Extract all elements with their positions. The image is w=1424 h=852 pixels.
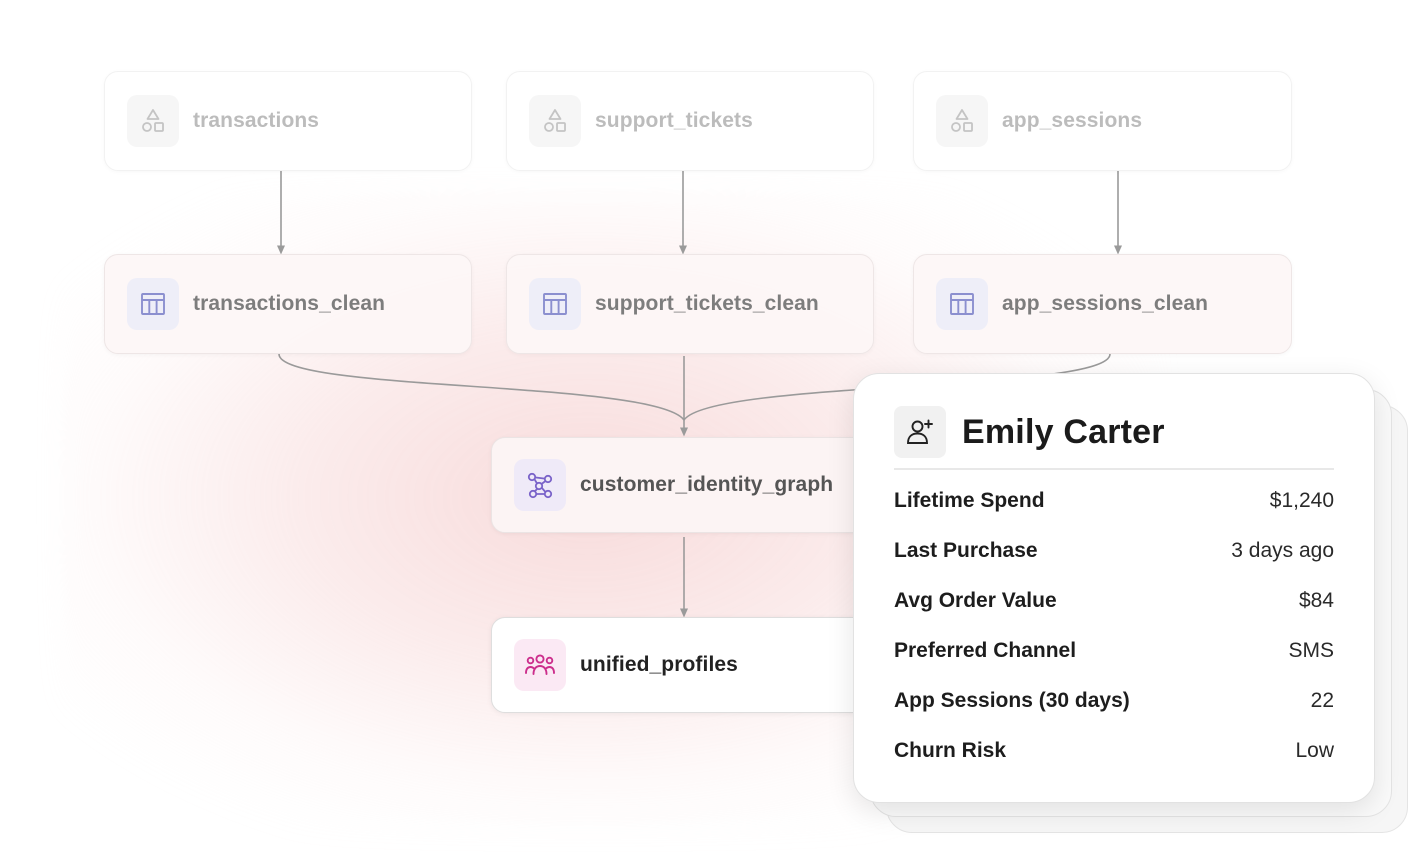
attribute-label: Lifetime Spend bbox=[894, 489, 1045, 512]
attribute-row: Last Purchase 3 days ago bbox=[894, 526, 1334, 576]
attribute-value: SMS bbox=[1288, 639, 1334, 662]
users-group-icon bbox=[514, 639, 566, 691]
node-label: transactions bbox=[193, 109, 320, 132]
attribute-label: Avg Order Value bbox=[894, 589, 1057, 612]
attribute-row: App Sessions (30 days) 22 bbox=[894, 676, 1334, 726]
attribute-row: Lifetime Spend $1,240 bbox=[894, 476, 1334, 526]
shapes-icon bbox=[936, 95, 988, 147]
node-unified-profiles[interactable]: unified_profiles bbox=[491, 617, 891, 713]
graph-network-icon bbox=[514, 459, 566, 511]
attribute-value: Low bbox=[1295, 739, 1334, 762]
node-customer-identity-graph[interactable]: customer_identity_graph bbox=[491, 437, 891, 533]
attribute-label: Preferred Channel bbox=[894, 639, 1077, 662]
card-divider bbox=[894, 468, 1334, 470]
node-label: unified_profiles bbox=[580, 653, 738, 676]
attribute-value: $1,240 bbox=[1269, 489, 1334, 512]
node-label: customer_identity_graph bbox=[580, 473, 834, 496]
attribute-value: $84 bbox=[1298, 589, 1334, 612]
node-label: support_tickets bbox=[595, 109, 753, 132]
attribute-row: Churn Risk Low bbox=[894, 726, 1334, 776]
node-label: app_sessions bbox=[1002, 109, 1143, 132]
node-label: app_sessions_clean bbox=[1002, 292, 1209, 315]
node-app-sessions[interactable]: app_sessions bbox=[913, 71, 1292, 171]
edge-transactions-clean bbox=[278, 353, 685, 421]
attribute-row: Preferred Channel SMS bbox=[894, 626, 1334, 676]
attribute-value: 22 bbox=[1310, 689, 1334, 712]
node-support-tickets[interactable]: support_tickets bbox=[506, 71, 874, 171]
table-icon bbox=[936, 278, 988, 330]
node-label: support_tickets_clean bbox=[595, 292, 819, 315]
profile-attributes: Lifetime Spend $1,240 Last Purchase 3 da… bbox=[894, 476, 1334, 776]
profile-card[interactable]: Emily Carter Lifetime Spend $1,240 Last … bbox=[853, 373, 1375, 803]
shapes-icon bbox=[127, 95, 179, 147]
profile-card-header: Emily Carter bbox=[894, 406, 1334, 458]
attribute-label: Churn Risk bbox=[894, 739, 1007, 762]
attribute-label: App Sessions (30 days) bbox=[894, 689, 1130, 712]
table-icon bbox=[127, 278, 179, 330]
profile-name: Emily Carter bbox=[962, 412, 1165, 451]
attribute-label: Last Purchase bbox=[894, 539, 1038, 562]
user-plus-icon bbox=[894, 406, 946, 458]
node-app-sessions-clean[interactable]: app_sessions_clean bbox=[913, 254, 1292, 354]
shapes-icon bbox=[529, 95, 581, 147]
attribute-value: 3 days ago bbox=[1231, 539, 1334, 562]
node-transactions[interactable]: transactions bbox=[104, 71, 472, 171]
table-icon bbox=[529, 278, 581, 330]
node-support-tickets-clean[interactable]: support_tickets_clean bbox=[506, 254, 874, 354]
node-label: transactions_clean bbox=[193, 292, 386, 315]
node-transactions-clean[interactable]: transactions_clean bbox=[104, 254, 472, 354]
attribute-row: Avg Order Value $84 bbox=[894, 576, 1334, 626]
